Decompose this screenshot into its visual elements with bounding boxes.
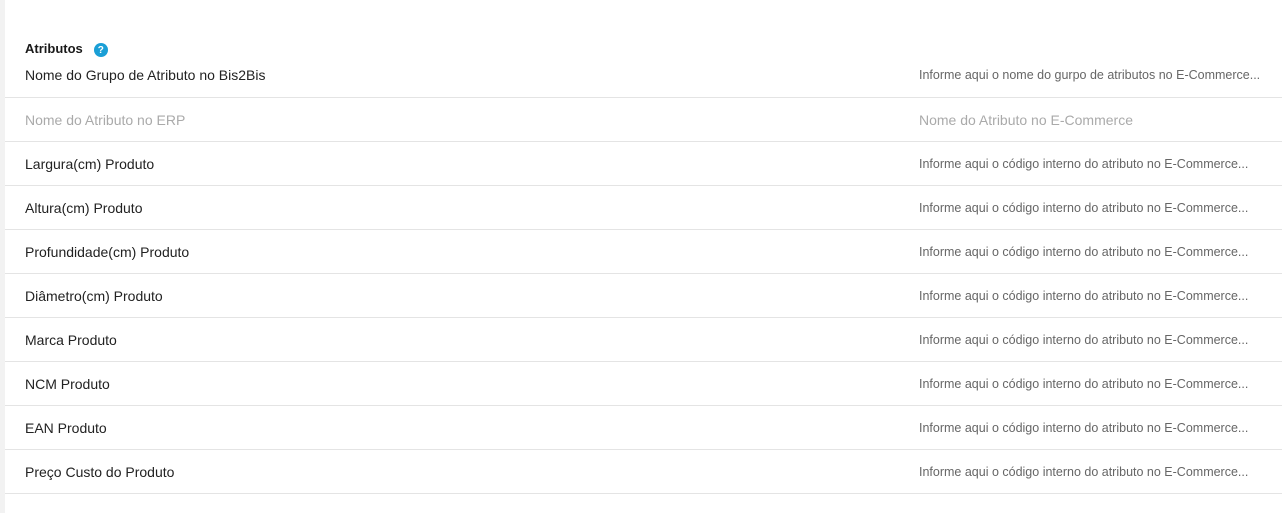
attribute-row-marca: Marca Produto [5,318,1282,362]
attribute-group-label: Nome do Grupo de Atributo no Bis2Bis [25,67,266,83]
attribute-group-input[interactable] [913,61,1282,89]
attributes-panel: Atributos ? Nome do Grupo de Atributo no… [5,0,1282,513]
attribute-row-diametro: Diâmetro(cm) Produto [5,274,1282,318]
attribute-label: Altura(cm) Produto [25,200,143,216]
attribute-input-ean[interactable] [913,414,1282,442]
attribute-row-ean: EAN Produto [5,406,1282,450]
attribute-input-marca[interactable] [913,326,1282,354]
attribute-row-preco-custo: Preço Custo do Produto [5,450,1282,494]
attribute-input-profundidade[interactable] [913,238,1282,266]
attribute-row-altura: Altura(cm) Produto [5,186,1282,230]
attributes-list: Nome do Grupo de Atributo no Bis2Bis Nom… [5,54,1282,494]
attribute-label: Largura(cm) Produto [25,156,155,172]
column-header-ecommerce: Nome do Atributo no E-Commerce [919,112,1133,128]
column-header-erp: Nome do Atributo no ERP [25,112,186,128]
attribute-label: NCM Produto [25,376,110,392]
attribute-input-preco-custo[interactable] [913,458,1282,486]
attribute-label: Diâmetro(cm) Produto [25,288,163,304]
attribute-row-ncm: NCM Produto [5,362,1282,406]
attribute-label: Marca Produto [25,332,117,348]
attribute-row-profundidade: Profundidade(cm) Produto [5,230,1282,274]
attribute-row-largura: Largura(cm) Produto [5,142,1282,186]
attribute-input-ncm[interactable] [913,370,1282,398]
attribute-input-largura[interactable] [913,150,1282,178]
attribute-label: Preço Custo do Produto [25,464,175,480]
attribute-label: EAN Produto [25,420,107,436]
attribute-input-altura[interactable] [913,194,1282,222]
columns-header-row: Nome do Atributo no ERP Nome do Atributo… [5,98,1282,142]
attribute-group-row: Nome do Grupo de Atributo no Bis2Bis [5,54,1282,98]
attribute-label: Profundidade(cm) Produto [25,244,190,260]
attribute-input-diametro[interactable] [913,282,1282,310]
